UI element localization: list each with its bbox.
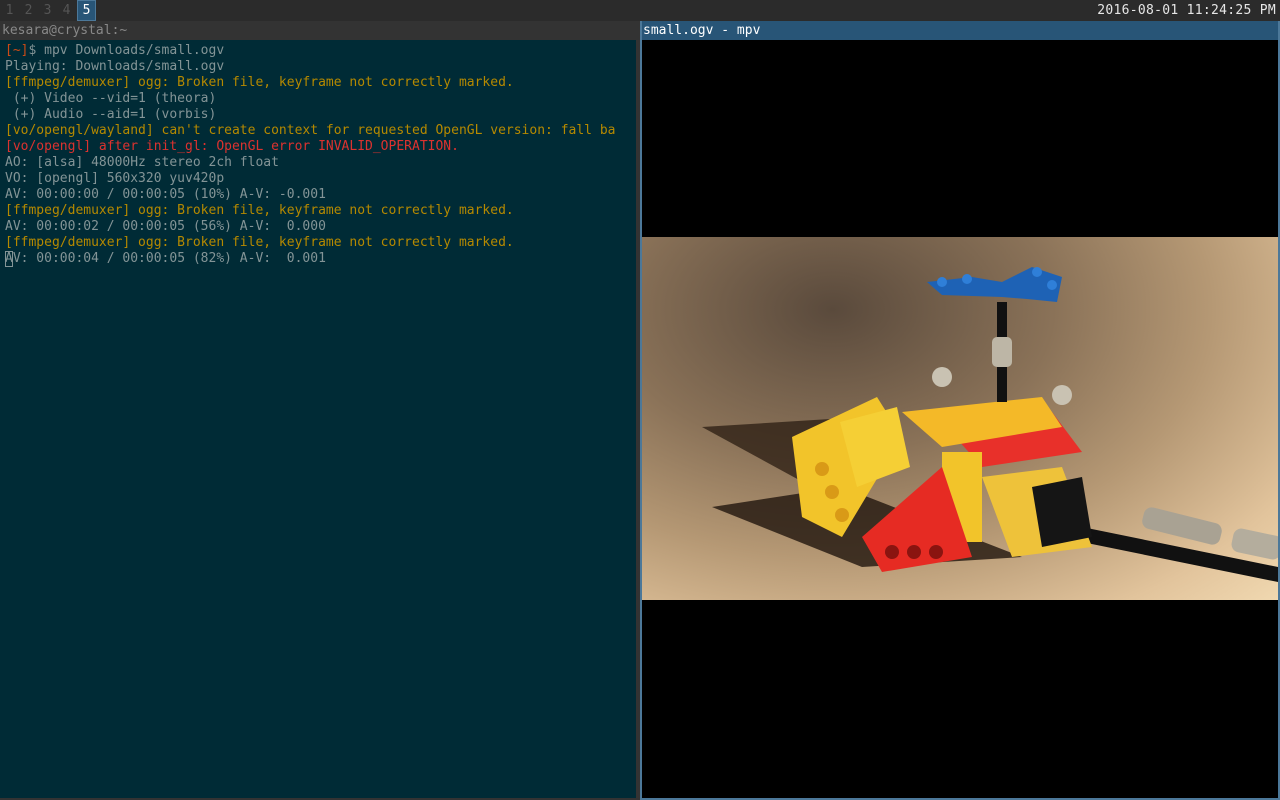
video-frame[interactable] [642,237,1278,600]
terminal-log: Playing: Downloads/small.ogv [ffmpeg/demu… [5,59,636,251]
video-viewport[interactable] [642,40,1278,798]
command-text: mpv Downloads/small.ogv [44,43,225,58]
terminal-line: (+) Audio --aid=1 (vorbis) [5,107,217,122]
terminal-output[interactable]: [~]$ mpv Downloads/small.ogv Playing: Do… [0,40,638,798]
terminal-line: [vo/opengl] after init_gl: OpenGL error … [5,139,459,154]
terminal-line: [ffmpeg/demuxer] ogg: Broken file, keyfr… [5,75,514,90]
mpv-title-bar[interactable]: small.ogv - mpv [642,21,1278,40]
workspace-button-2[interactable]: 2 [19,0,38,21]
text-cursor: A [5,251,13,267]
terminal-line: AO: [alsa] 48000Hz stereo 2ch float [5,155,279,170]
prompt-symbol: $ [28,43,45,58]
workspace-button-4[interactable]: 4 [57,0,76,21]
prompt-dir: [~] [5,43,29,58]
terminal-line: AV: 00:00:00 / 00:00:05 (10%) A-V: -0.00… [5,187,326,202]
command-line: [~]$ mpv Downloads/small.ogv [5,43,636,59]
status-bar: 1 2 3 4 5 2016-08-01 11:24:25 PM [0,0,1280,21]
terminal-line: VO: [opengl] 560x320 yuv420p [5,171,225,186]
terminal-line: [ffmpeg/demuxer] ogg: Broken file, keyfr… [5,203,514,218]
terminal-line: (+) Video --vid=1 (theora) [5,91,217,106]
terminal-line: Playing: Downloads/small.ogv [5,59,225,74]
workspace-button-1[interactable]: 1 [0,0,19,21]
clock: 2016-08-01 11:24:25 PM [1097,3,1276,18]
grey-connector-2 [1231,528,1278,560]
shaft-bushing [992,337,1012,367]
playback-status-text: V: 00:00:04 / 00:00:05 (82%) A-V: 0.001 [12,251,326,266]
terminal-line: AV: 00:00:02 / 00:00:05 (56%) A-V: 0.000 [5,219,326,234]
workspace-list: 1 2 3 4 5 [0,0,96,21]
workspace-button-5[interactable]: 5 [77,0,96,21]
playback-status-line: AV: 00:00:04 / 00:00:05 (82%) A-V: 0.001 [5,251,636,267]
video-image [702,267,1278,582]
terminal-window[interactable]: kesara@crystal:~ [~]$ mpv Downloads/smal… [0,21,640,800]
terminal-title-bar[interactable]: kesara@crystal:~ [0,21,640,40]
workspace-button-3[interactable]: 3 [38,0,57,21]
terminal-line: [vo/opengl/wayland] can't create context… [5,123,616,138]
mpv-window[interactable]: small.ogv - mpv [640,21,1280,800]
terminal-line: [ffmpeg/demuxer] ogg: Broken file, keyfr… [5,235,514,250]
black-bracket [1032,477,1092,547]
grey-connector-1 [1142,507,1222,545]
